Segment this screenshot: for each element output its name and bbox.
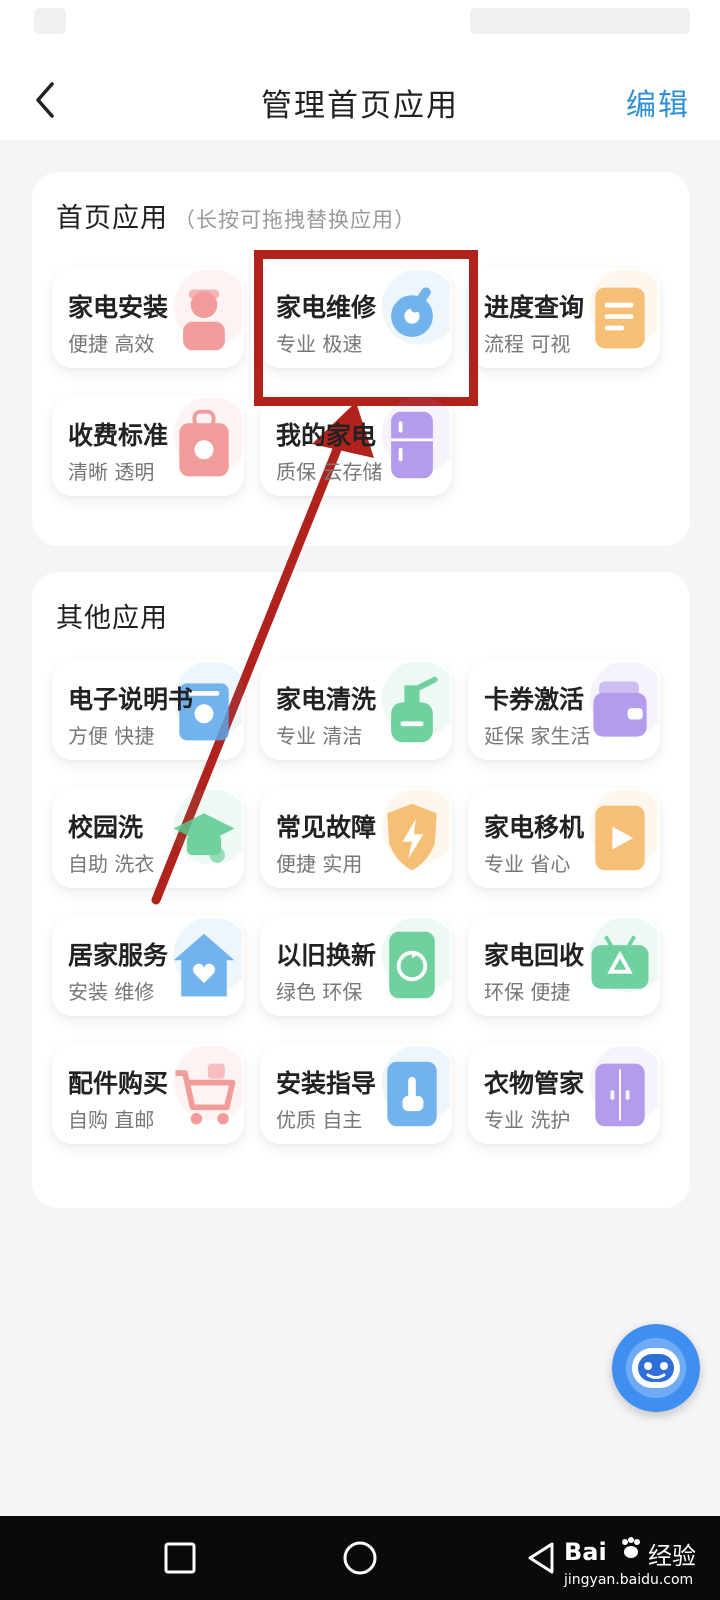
app-tile[interactable]: 居家服务 安装 维修 [52, 916, 244, 1016]
app-tile-title: 配件购买 [68, 1069, 169, 1098]
wardrobe-icon [589, 1046, 658, 1127]
app-tile-subtitle: 绿色 环保 [276, 980, 363, 1004]
price-tag-icon [173, 398, 242, 477]
status-bar [0, 0, 720, 60]
circle-icon [343, 1541, 377, 1575]
app-tile[interactable]: 电子说明书方便 快捷 [52, 660, 244, 760]
status-bar-right [470, 8, 690, 34]
app-tile-subtitle: 安装 维修 [68, 980, 155, 1004]
other-apps-card: 其他应用 电子说明书方便 快捷 家电清洗专业 清洁 卡券激活延保 家生活 校园洗… [32, 572, 690, 1208]
lightning-shield-icon [381, 790, 450, 871]
watermark-brand: Bai [564, 1538, 607, 1566]
recycle-tv-icon [589, 918, 658, 993]
graduation-cap-icon [173, 790, 242, 865]
app-tile-title: 居家服务 [68, 941, 169, 970]
watermark-url: jingyan.baidu.com [564, 1572, 694, 1588]
app-tile-subtitle: 清晰 透明 [68, 460, 155, 484]
app-tile[interactable]: 常见故障 便捷 实用 [260, 788, 452, 888]
baidu-jingyan-watermark: Bai 经验 jingyan.baidu.com [550, 1532, 710, 1596]
app-tile-subtitle: 自助 洗衣 [68, 852, 155, 876]
document-list-icon [589, 270, 658, 349]
app-tile-title: 校园洗 [68, 813, 144, 842]
app-tile-title: 进度查询 [484, 293, 585, 322]
recents-button[interactable] [160, 1538, 200, 1578]
exchange-phone-icon [381, 918, 450, 999]
wallet-card-icon [589, 662, 658, 737]
header: 管理首页应用 编辑 [0, 60, 720, 140]
app-tile-subtitle: 专业 清洁 [276, 724, 363, 748]
app-tile[interactable]: 安装指导 优质 自主 [260, 1044, 452, 1144]
app-tile-title: 以旧换新 [276, 941, 377, 970]
edit-button[interactable]: 编辑 [626, 80, 690, 124]
app-tile-title: 卡券激活 [484, 685, 585, 714]
app-tile-title: 我的家电 [276, 421, 377, 450]
app-tile[interactable]: 进度查询 流程 可视 [468, 268, 660, 368]
status-bar-left [34, 8, 66, 34]
app-tile-subtitle: 环保 便捷 [484, 980, 571, 1004]
app-tile-title: 衣物管家 [484, 1069, 585, 1098]
house-heart-icon [173, 918, 242, 997]
paw-icon [622, 1537, 640, 1558]
installer-worker-icon [173, 270, 242, 351]
app-tile-subtitle: 延保 家生活 [484, 724, 591, 748]
app-tile[interactable]: 我的家电质保 云存储 [260, 396, 452, 496]
home-button[interactable] [340, 1538, 380, 1578]
watermark-brand-cn: 经验 [648, 1542, 696, 1570]
app-tile-title: 家电清洗 [276, 685, 377, 714]
home-apps-title-text: 首页应用 [56, 203, 168, 234]
app-tile[interactable]: 收费标准 清晰 透明 [52, 396, 244, 496]
app-tile-subtitle: 便捷 实用 [276, 852, 363, 876]
app-tile-title: 电子说明书 [68, 685, 194, 714]
app-tile-title: 收费标准 [68, 421, 169, 450]
assistant-button[interactable] [612, 1324, 700, 1412]
app-tile[interactable]: 衣物管家 专业 洗护 [468, 1044, 660, 1144]
spray-bottle-icon [381, 662, 450, 743]
app-tile-title: 家电维修 [276, 293, 377, 322]
app-tile[interactable]: 校园洗 自助 洗衣 [52, 788, 244, 888]
app-tile[interactable]: 家电回收 环保 便捷 [468, 916, 660, 1016]
app-tile-subtitle: 便捷 高效 [68, 332, 155, 356]
move-document-icon [589, 790, 658, 871]
app-tile-title: 常见故障 [276, 813, 377, 842]
app-tile-subtitle: 质保 云存储 [276, 460, 383, 484]
page-title: 管理首页应用 [261, 88, 459, 124]
app-tile[interactable]: 家电清洗 专业 清洁 [260, 660, 452, 760]
touch-guide-icon [381, 1046, 450, 1127]
home-apps-hint: （长按可拖拽替换应用） [174, 208, 416, 232]
app-tile-subtitle: 专业 洗护 [484, 1108, 571, 1132]
wrench-gear-icon [381, 270, 450, 345]
app-tile[interactable]: 以旧换新 绿色 环保 [260, 916, 452, 1016]
app-tile[interactable]: 家电安装 便捷 高效 [52, 268, 244, 368]
square-icon [164, 1542, 196, 1574]
app-tile-title: 家电移机 [484, 813, 585, 842]
app-tile[interactable]: 配件购买 自购 直邮 [52, 1044, 244, 1144]
other-apps-title: 其他应用 [56, 603, 168, 634]
app-tile-title: 家电回收 [484, 941, 585, 970]
system-nav-bar: Bai 经验 jingyan.baidu.com [0, 1516, 720, 1600]
app-tile[interactable]: 卡券激活延保 家生活 [468, 660, 660, 760]
app-tile-subtitle: 方便 快捷 [68, 724, 155, 748]
app-tile[interactable]: 家电移机 专业 省心 [468, 788, 660, 888]
home-apps-title: 首页应用 （长按可拖拽替换应用） [56, 196, 416, 235]
app-tile-subtitle: 流程 可视 [484, 332, 571, 356]
app-tile-subtitle: 优质 自主 [276, 1108, 363, 1132]
app-tile-subtitle: 专业 极速 [276, 332, 363, 356]
shopping-cart-icon [173, 1046, 242, 1125]
app-tile-title: 安装指导 [276, 1069, 377, 1098]
app-tile-title: 家电安装 [68, 293, 169, 322]
app-tile-subtitle: 专业 省心 [484, 852, 571, 876]
refrigerator-icon [381, 398, 450, 479]
robot-assistant-icon [626, 1338, 686, 1398]
app-tile-subtitle: 自购 直邮 [68, 1108, 155, 1132]
